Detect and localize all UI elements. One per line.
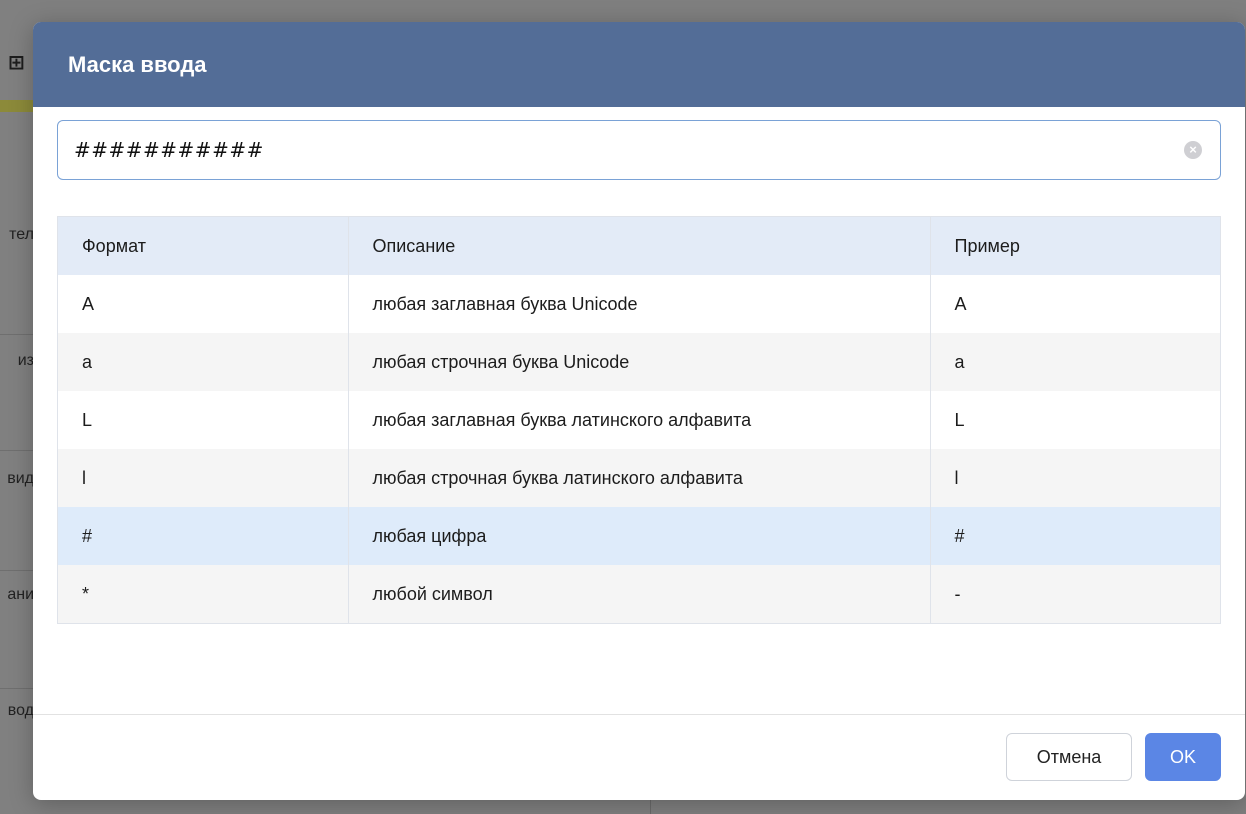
input-mask-dialog: Маска ввода × Формат Описание Пример A л… xyxy=(33,22,1245,800)
table-row[interactable]: L любая заглавная буква латинского алфав… xyxy=(58,391,1220,449)
mask-input-field[interactable]: × xyxy=(57,120,1221,180)
cell-description: любая заглавная буква латинского алфавит… xyxy=(348,391,931,449)
cell-description: любая строчная буква Unicode xyxy=(348,333,931,391)
table-icon: ⊞ xyxy=(8,52,25,74)
clear-icon[interactable]: × xyxy=(1184,141,1202,159)
column-header-example: Пример xyxy=(954,235,1020,256)
cell-format: L xyxy=(58,391,349,449)
column-header-format: Формат xyxy=(58,217,349,275)
mask-input[interactable] xyxy=(74,138,1154,162)
cell-format: * xyxy=(58,565,349,623)
cell-description: любой символ xyxy=(348,565,931,623)
cell-example: A xyxy=(954,293,967,314)
cell-description: любая строчная буква латинского алфавита xyxy=(348,449,931,507)
table-row[interactable]: l любая строчная буква латинского алфави… xyxy=(58,449,1220,507)
ok-button[interactable]: OK xyxy=(1145,733,1221,781)
cell-format: # xyxy=(58,507,349,565)
cell-description: любая заглавная буква Unicode xyxy=(348,275,931,333)
cell-example: L xyxy=(954,409,965,430)
table-header-row: Формат Описание Пример xyxy=(58,217,1220,275)
column-header-description: Описание xyxy=(348,217,931,275)
background-divider xyxy=(650,800,651,814)
cell-example: l xyxy=(954,467,959,488)
dialog-header: Маска ввода xyxy=(33,22,1245,107)
cell-example: # xyxy=(954,525,965,546)
footer-divider xyxy=(33,714,1245,715)
table-row[interactable]: A любая заглавная буква Unicode A xyxy=(58,275,1220,333)
cell-format: l xyxy=(58,449,349,507)
format-table: Формат Описание Пример A любая заглавная… xyxy=(57,216,1221,624)
cell-example: - xyxy=(954,583,961,604)
table-row[interactable]: * любой символ - xyxy=(58,565,1220,623)
cancel-button[interactable]: Отмена xyxy=(1006,733,1132,781)
cell-description: любая цифра xyxy=(348,507,931,565)
cell-format: a xyxy=(58,333,349,391)
table-row-selected[interactable]: # любая цифра # xyxy=(58,507,1220,565)
dialog-title: Маска ввода xyxy=(68,51,207,77)
cell-format: A xyxy=(58,275,349,333)
cell-example: a xyxy=(954,351,965,372)
table-row[interactable]: a любая строчная буква Unicode a xyxy=(58,333,1220,391)
